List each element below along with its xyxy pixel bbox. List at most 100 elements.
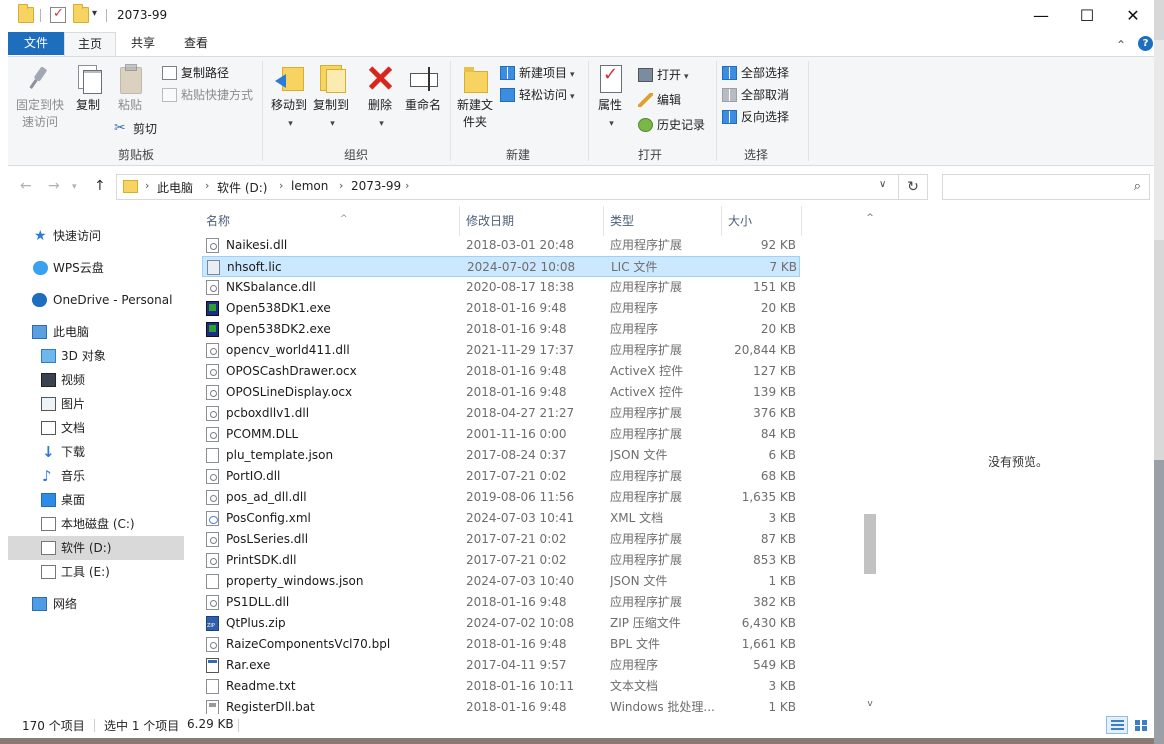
new-folder-quick-icon[interactable] xyxy=(73,4,89,23)
nav-pictures[interactable]: 图片 xyxy=(8,392,184,416)
customize-quick-access-chevron-icon[interactable]: ▾ xyxy=(92,8,97,19)
tab-file[interactable]: 文件 xyxy=(8,32,64,55)
new-folder-button[interactable]: 新建文件夹 xyxy=(454,63,496,131)
search-input[interactable] xyxy=(949,176,1119,198)
select-none-button[interactable]: 全部取消 xyxy=(722,86,789,106)
breadcrumb-separator-icon[interactable]: › xyxy=(339,179,343,192)
table-row[interactable]: Naikesi.dll 2018-03-01 20:48 应用程序扩展 92 KB xyxy=(202,235,800,256)
up-arrow-icon[interactable]: ↑ xyxy=(94,178,106,194)
invert-selection-button[interactable]: 反向选择 xyxy=(722,108,789,128)
scroll-up-arrow-icon[interactable]: ^ xyxy=(862,210,878,226)
breadcrumb-separator-icon[interactable]: › xyxy=(279,179,283,192)
properties-quick-icon[interactable] xyxy=(50,6,66,23)
table-row[interactable]: Open538DK1.exe 2018-01-16 9:48 应用程序 20 KB xyxy=(202,298,800,319)
table-row[interactable]: nhsoft.lic 2024-07-02 10:08 LIC 文件 7 KB xyxy=(202,256,800,277)
new-folder-icon xyxy=(460,63,490,93)
nav-drive-d[interactable]: 软件 (D:) xyxy=(8,536,184,560)
new-item-button[interactable]: 新建项目 ▾ xyxy=(500,64,575,84)
breadcrumb-lemon[interactable]: lemon xyxy=(291,179,328,193)
table-row[interactable]: PortIO.dll 2017-07-21 0:02 应用程序扩展 68 KB xyxy=(202,466,800,487)
search-box[interactable]: ⌕ xyxy=(942,174,1150,200)
paste-button[interactable]: 粘贴 xyxy=(112,63,148,114)
collapse-ribbon-chevron-icon[interactable]: ⌃ xyxy=(1116,38,1126,52)
table-row[interactable]: property_windows.json 2024-07-03 10:40 JSO… xyxy=(202,571,800,592)
table-row[interactable]: NKSbalance.dll 2020-08-17 18:38 应用程序扩展 151 … xyxy=(202,277,800,298)
details-view-button[interactable] xyxy=(1106,716,1128,734)
copy-path-button[interactable]: 复制路径 xyxy=(162,64,229,84)
nav-3d-objects[interactable]: 3D 对象 xyxy=(8,344,184,368)
tab-home[interactable]: 主页 xyxy=(64,32,116,57)
table-row[interactable]: Readme.txt 2018-01-16 10:11 文本文档 3 KB xyxy=(202,676,800,697)
maximize-button[interactable]: ☐ xyxy=(1064,0,1110,31)
close-button[interactable]: ✕ xyxy=(1110,0,1156,31)
history-button[interactable]: 历史记录 xyxy=(638,116,705,136)
address-bar[interactable]: › 此电脑 › 软件 (D:) › lemon › 2073-99 › ∨ xyxy=(116,174,906,200)
nav-downloads[interactable]: ↓ 下载 xyxy=(8,440,184,464)
breadcrumb-drive-d[interactable]: 软件 (D:) xyxy=(217,179,267,196)
nav-this-pc[interactable]: 此电脑 xyxy=(8,320,184,344)
nav-desktop[interactable]: 桌面 xyxy=(8,488,184,512)
vertical-scrollbar[interactable]: ^ v xyxy=(862,206,878,714)
open-button[interactable]: 打开 ▾ xyxy=(638,66,689,86)
table-row[interactable]: PosConfig.xml 2024-07-03 10:41 XML 文档 3 KB xyxy=(202,508,800,529)
properties-button[interactable]: 属性▾ xyxy=(592,63,628,133)
breadcrumb-separator-icon[interactable]: › xyxy=(405,179,409,192)
table-row[interactable]: PrintSDK.dll 2017-07-21 0:02 应用程序扩展 853 KB xyxy=(202,550,800,571)
column-header-date[interactable]: 修改日期 xyxy=(460,206,604,236)
table-row[interactable]: RegisterDll.bat 2018-01-16 9:48 Windows 批处… xyxy=(202,697,800,714)
nav-quick-access[interactable]: ★ 快速访问 xyxy=(8,224,184,248)
table-row[interactable]: pos_ad_dll.dll 2019-08-06 11:56 应用程序扩展 1,63… xyxy=(202,487,800,508)
nav-music[interactable]: ♪ 音乐 xyxy=(8,464,184,488)
nav-drive-c[interactable]: 本地磁盘 (C:) xyxy=(8,512,184,536)
copy-button[interactable]: 复制 xyxy=(70,63,106,114)
breadcrumb-separator-icon[interactable]: › xyxy=(145,179,149,192)
recent-locations-chevron-icon[interactable]: ▾ xyxy=(72,182,77,192)
back-arrow-icon[interactable]: ← xyxy=(20,178,32,194)
nav-wps-cloud[interactable]: WPS云盘 xyxy=(8,256,184,280)
column-header-size[interactable]: 大小 xyxy=(722,206,802,236)
table-row[interactable]: OPOSLineDisplay.ocx 2018-01-16 9:48 Active… xyxy=(202,382,800,403)
table-row[interactable]: OPOSCashDrawer.ocx 2018-01-16 9:48 ActiveX… xyxy=(202,361,800,382)
large-icons-view-button[interactable] xyxy=(1130,716,1152,734)
pin-quick-access-button[interactable]: 固定到快速访问 xyxy=(12,63,68,131)
nav-drive-e[interactable]: 工具 (E:) xyxy=(8,560,184,584)
rename-button[interactable]: 重命名 xyxy=(402,63,444,114)
delete-button[interactable]: 删除 ▾ xyxy=(362,63,398,133)
breadcrumb-current[interactable]: 2073-99 xyxy=(351,179,401,193)
paste-shortcut-button[interactable]: 粘贴快捷方式 xyxy=(162,86,253,106)
scroll-down-arrow-icon[interactable]: v xyxy=(862,696,878,712)
table-row[interactable]: PCOMM.DLL 2001-11-16 0:00 应用程序扩展 84 KB xyxy=(202,424,800,445)
cut-button[interactable]: 剪切 xyxy=(114,119,157,140)
search-icon[interactable]: ⌕ xyxy=(1134,179,1141,194)
address-history-chevron-icon[interactable]: ∨ xyxy=(879,179,886,190)
nav-documents[interactable]: 文档 xyxy=(8,416,184,440)
select-all-button[interactable]: 全部选择 xyxy=(722,64,789,84)
breadcrumb-this-pc[interactable]: 此电脑 xyxy=(157,179,193,196)
nav-network[interactable]: 网络 xyxy=(8,592,184,616)
table-row[interactable]: opencv_world411.dll 2021-11-29 17:37 应用程序扩… xyxy=(202,340,800,361)
table-row[interactable]: pcboxdllv1.dll 2018-04-27 21:27 应用程序扩展 376 … xyxy=(202,403,800,424)
table-row[interactable]: PS1DLL.dll 2018-01-16 9:48 应用程序扩展 382 KB xyxy=(202,592,800,613)
edit-button[interactable]: 编辑 xyxy=(638,91,681,111)
table-row[interactable]: QtPlus.zip 2024-07-02 10:08 ZIP 压缩文件 6,430 … xyxy=(202,613,800,634)
copy-to-button[interactable]: 复制到 ▾ xyxy=(310,63,352,133)
table-row[interactable]: plu_template.json 2017-08-24 0:37 JSON 文件 6… xyxy=(202,445,800,466)
refresh-button[interactable]: ↻ xyxy=(898,174,928,200)
scrollbar-thumb[interactable] xyxy=(864,514,876,574)
table-row[interactable]: Rar.exe 2017-04-11 9:57 应用程序 549 KB xyxy=(202,655,800,676)
nav-onedrive[interactable]: OneDrive - Personal xyxy=(8,288,184,312)
tab-view[interactable]: 查看 xyxy=(170,32,222,56)
forward-arrow-icon[interactable]: → xyxy=(48,178,60,194)
minimize-button[interactable]: — xyxy=(1018,0,1064,31)
nav-videos[interactable]: 视频 xyxy=(8,368,184,392)
breadcrumb-separator-icon[interactable]: › xyxy=(205,179,209,192)
table-row[interactable]: PosLSeries.dll 2017-07-21 0:02 应用程序扩展 87 KB xyxy=(202,529,800,550)
help-icon[interactable]: ? xyxy=(1138,36,1153,51)
column-header-name[interactable]: 名称 ^ xyxy=(200,206,460,236)
column-header-type[interactable]: 类型 xyxy=(604,206,722,236)
table-row[interactable]: Open538DK2.exe 2018-01-16 9:48 应用程序 20 KB xyxy=(202,319,800,340)
easy-access-button[interactable]: 轻松访问 ▾ xyxy=(500,86,575,106)
move-to-button[interactable]: 移动到 ▾ xyxy=(268,63,310,133)
tab-share[interactable]: 共享 xyxy=(118,32,168,56)
table-row[interactable]: RaizeComponentsVcl70.bpl 2018-01-16 9:48 B… xyxy=(202,634,800,655)
